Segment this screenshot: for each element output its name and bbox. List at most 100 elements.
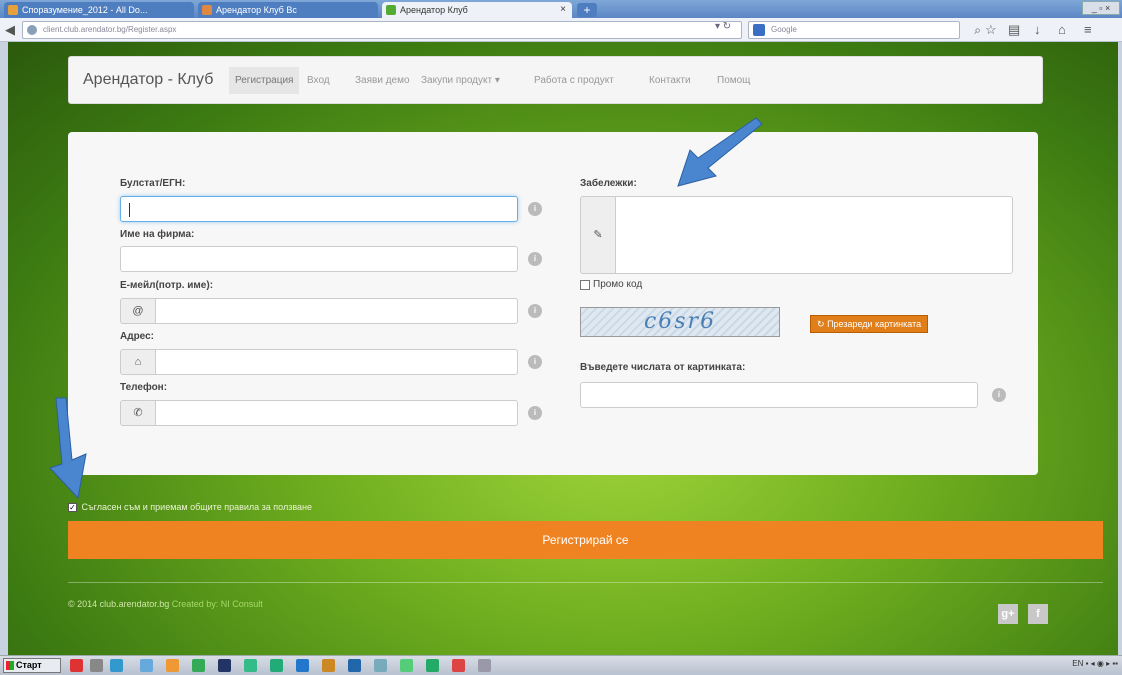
promo-label: Промо код	[593, 279, 643, 290]
tab-label: Споразумение_2012 - All Do...	[22, 5, 148, 15]
language-indicator[interactable]: EN	[1072, 659, 1083, 668]
app-icon[interactable]	[400, 659, 413, 672]
help-icon[interactable]: i	[528, 406, 542, 420]
nav-item-work[interactable]: Работа с продукт	[534, 75, 614, 86]
search-bar[interactable]: Google ⌕	[748, 21, 981, 39]
facebook-icon[interactable]: f	[1028, 604, 1048, 624]
firefox-icon[interactable]	[70, 659, 83, 672]
app-icon[interactable]	[348, 659, 361, 672]
notes-textarea[interactable]	[615, 196, 1013, 274]
browser-tab-3[interactable]: Арендатор Клуб ×	[382, 2, 572, 18]
pencil-icon: ✎	[580, 196, 616, 274]
app-icon[interactable]	[90, 659, 103, 672]
help-icon[interactable]: i	[528, 355, 542, 369]
company-input[interactable]	[120, 246, 518, 272]
email-input[interactable]	[155, 298, 518, 324]
new-tab-button[interactable]: +	[577, 3, 597, 17]
back-icon[interactable]: ◀	[5, 22, 15, 38]
globe-icon	[27, 25, 37, 35]
system-tray[interactable]: EN ▪ ◂ ◉ ▸ ▪▪	[1072, 659, 1118, 668]
at-icon: @	[120, 298, 156, 324]
app-icon[interactable]	[296, 659, 309, 672]
nav-item-demo[interactable]: Заяви демо	[355, 75, 410, 86]
folder-icon	[8, 5, 18, 15]
promo-checkbox[interactable]	[580, 280, 590, 290]
browser-titlebar: Споразумение_2012 - All Do... Арендатор …	[0, 0, 1122, 18]
help-icon[interactable]: i	[528, 304, 542, 318]
captcha-image: c6sr6	[580, 307, 780, 337]
address-label: Адрес:	[120, 331, 154, 342]
app-icon[interactable]	[322, 659, 335, 672]
bookmark-star-icon[interactable]: ☆	[985, 22, 997, 38]
site-navbar: Арендатор - Клуб Регистрация Вход Заяви …	[68, 56, 1043, 104]
close-icon[interactable]: ×	[560, 2, 566, 18]
home-icon: ⌂	[120, 349, 156, 375]
credit-link[interactable]: Created by: NI Consult	[172, 599, 263, 609]
reload-icon[interactable]: ▾ ↻	[715, 21, 731, 32]
help-icon[interactable]: i	[992, 388, 1006, 402]
copyright-text: © 2014 club.arendator.bg	[68, 599, 170, 609]
app-icon[interactable]	[140, 659, 153, 672]
nav-item-register[interactable]: Регистрация	[229, 67, 300, 94]
bookmarks-icon[interactable]: ▤	[1008, 22, 1020, 38]
menu-icon[interactable]: ≡	[1084, 22, 1092, 37]
page-icon	[202, 5, 212, 15]
help-icon[interactable]: i	[528, 252, 542, 266]
browser-tab-2[interactable]: Арендатор Клуб Bc	[198, 2, 378, 18]
captcha-prompt: Въведете числата от картинката:	[580, 362, 746, 373]
app-icon[interactable]	[218, 659, 231, 672]
annotation-arrow-icon	[677, 117, 763, 187]
register-button[interactable]: Регистрирай се	[68, 521, 1103, 559]
windows-logo-icon	[6, 661, 14, 670]
google-plus-icon[interactable]: g+	[998, 604, 1018, 624]
agree-label: Съгласен съм и приемам общите правила за…	[81, 502, 313, 512]
notes-label: Забележки:	[580, 178, 637, 189]
nav-item-help[interactable]: Помощ	[717, 75, 750, 86]
google-icon	[753, 24, 765, 36]
url-text: client.club.arendator.bg/Register.aspx	[43, 25, 177, 34]
site-brand[interactable]: Арендатор - Клуб	[83, 71, 213, 89]
company-label: Име на фирма:	[120, 229, 195, 240]
email-label: E-мейл(потр. име):	[120, 280, 214, 291]
nav-item-contacts[interactable]: Контакти	[649, 75, 691, 86]
address-input[interactable]	[155, 349, 518, 375]
os-taskbar: Старт EN ▪ ◂ ◉ ▸ ▪▪	[0, 655, 1122, 675]
nav-item-login[interactable]: Вход	[307, 75, 330, 86]
refresh-captcha-button[interactable]: ↻ Презареди картинката	[810, 315, 929, 333]
app-icon[interactable]	[452, 659, 465, 672]
phone-input[interactable]	[155, 400, 518, 426]
page-content: Арендатор - Клуб Регистрация Вход Заяви …	[8, 42, 1118, 655]
start-button[interactable]: Старт	[3, 658, 61, 673]
app-icon[interactable]	[192, 659, 205, 672]
app-icon[interactable]	[244, 659, 257, 672]
registration-panel: Булстат/ЕГН: i Име на фирма: i E-мейл(по…	[68, 132, 1038, 475]
refresh-label: Презареди картинката	[827, 319, 922, 329]
agree-checkbox[interactable]: ✓	[68, 503, 77, 513]
captcha-input[interactable]	[580, 382, 978, 408]
leaf-icon	[386, 5, 396, 15]
bulstat-input[interactable]	[120, 196, 518, 222]
app-icon[interactable]	[270, 659, 283, 672]
app-icon[interactable]	[166, 659, 179, 672]
home-icon[interactable]: ⌂	[1058, 22, 1066, 37]
annotation-arrow-icon	[49, 397, 87, 500]
start-label: Старт	[16, 660, 42, 670]
footer-text: © 2014 club.arendator.bg Created by: NI …	[68, 599, 263, 609]
browser-navbar: ◀ client.club.arendator.bg/Register.aspx…	[0, 18, 1122, 42]
tab-label: Арендатор Клуб	[400, 5, 468, 15]
nav-item-buy[interactable]: Закупи продукт ▾	[421, 75, 500, 86]
url-bar[interactable]: client.club.arendator.bg/Register.aspx	[22, 21, 742, 39]
app-icon[interactable]	[426, 659, 439, 672]
captcha-text: c6sr6	[643, 309, 717, 334]
window-controls[interactable]: _ ▫ ×	[1082, 1, 1120, 15]
app-icon[interactable]	[110, 659, 123, 672]
refresh-icon: ↻	[817, 319, 825, 329]
app-icon[interactable]	[478, 659, 491, 672]
help-icon[interactable]: i	[528, 202, 542, 216]
download-icon[interactable]: ↓	[1034, 22, 1041, 37]
tab-label: Арендатор Клуб Bc	[216, 5, 297, 15]
search-icon[interactable]: ⌕	[974, 22, 981, 38]
phone-icon: ✆	[120, 400, 156, 426]
app-icon[interactable]	[374, 659, 387, 672]
browser-tab-1[interactable]: Споразумение_2012 - All Do...	[4, 2, 194, 18]
